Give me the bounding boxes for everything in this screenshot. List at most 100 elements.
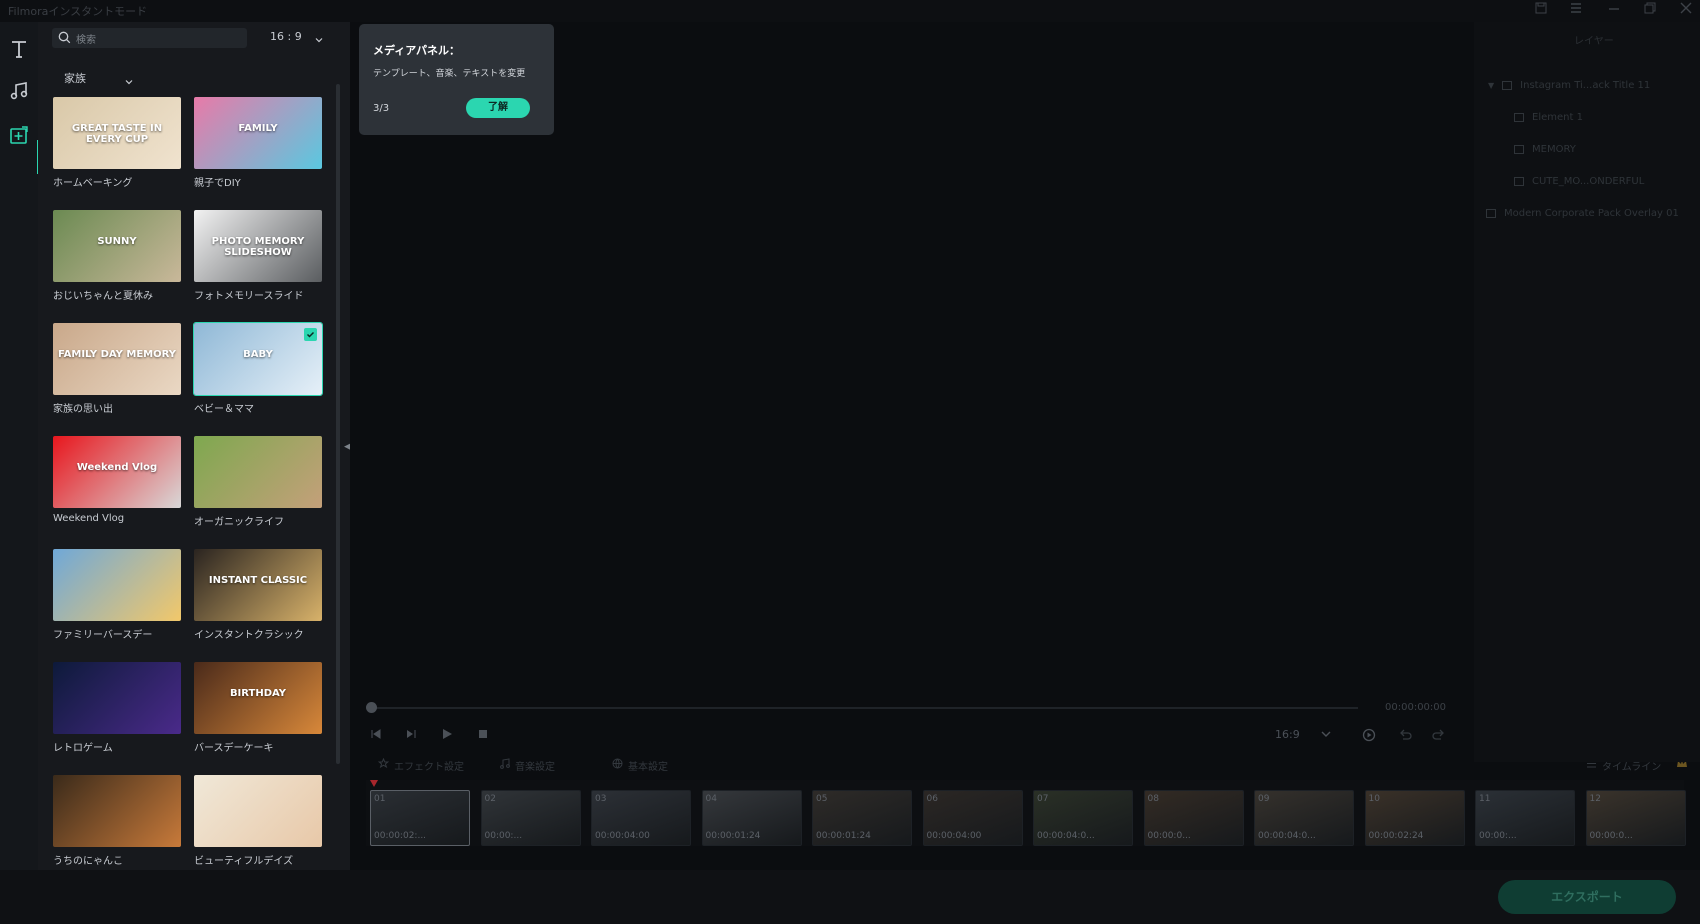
template-thumbnail[interactable] (194, 436, 322, 508)
chevron-down-icon[interactable] (1320, 728, 1332, 743)
template-label: ベビー＆ママ (194, 404, 254, 415)
clip-duration: 00:00:... (484, 831, 523, 841)
template-thumbnail[interactable] (53, 662, 181, 734)
restore-icon[interactable] (1640, 2, 1660, 18)
clip-duration: 00:00:04:0... (1037, 831, 1095, 841)
template-thumbnail[interactable]: INSTANT CLASSIC (194, 549, 322, 621)
undo-icon[interactable] (1398, 728, 1412, 745)
template-card[interactable]: FAMILY DAY MEMORY 家族の思い出 (53, 323, 181, 415)
timeline-clip[interactable]: 03 00:00:04:00 (591, 790, 691, 846)
clip-number: 05 (816, 794, 828, 804)
tab-music-settings[interactable]: 音楽設定 (515, 758, 555, 773)
preview-aspect[interactable]: 16:9 (1275, 728, 1300, 741)
template-card[interactable]: GREAT TASTE IN EVERY CUP ホームベーキング (53, 97, 181, 189)
search-icon (58, 31, 71, 44)
template-card[interactable]: レトロゲーム (53, 662, 181, 754)
timeline-clip[interactable]: 11 00:00:... (1475, 790, 1575, 846)
template-thumbnail[interactable]: Weekend Vlog (53, 436, 181, 508)
template-card[interactable]: SUNNY おじいちゃんと夏休み (53, 210, 181, 302)
playhead-knob[interactable] (366, 702, 377, 713)
play-icon[interactable] (441, 728, 453, 743)
timeline-clip[interactable]: 09 00:00:04:0... (1254, 790, 1354, 846)
aspect-ratio-select[interactable]: 16 : 9 (270, 30, 302, 43)
clip-number: 03 (595, 794, 607, 804)
timeline-clip[interactable]: 12 00:00:0... (1585, 790, 1686, 846)
template-card[interactable]: うちのにゃんこ (53, 775, 181, 867)
music-icon[interactable] (6, 78, 32, 104)
template-thumbnail[interactable]: GREAT TASTE IN EVERY CUP (53, 97, 181, 169)
music-settings-icon[interactable] (499, 758, 510, 772)
chevron-down-icon[interactable] (124, 72, 134, 91)
clip-number: 09 (1258, 794, 1270, 804)
next-frame-icon[interactable] (405, 728, 417, 743)
timeline-clip[interactable]: 04 00:00:01:24 (701, 790, 802, 846)
template-card[interactable]: FAMILY 親子でDIY (194, 97, 322, 189)
template-thumbnail[interactable]: PHOTO MEMORY SLIDESHOW (194, 210, 322, 282)
template-card[interactable]: BABY ベビー＆ママ (193, 322, 323, 415)
layer-item[interactable]: CUTE_MO...ONDERFUL (1514, 176, 1644, 187)
tab-basic-settings[interactable]: 基本設定 (628, 758, 668, 773)
playback-progress[interactable] (370, 707, 1358, 709)
timeline-clip[interactable]: 06 00:00:04:00 (922, 790, 1023, 846)
redo-icon[interactable] (1432, 728, 1446, 745)
close-icon[interactable] (1676, 2, 1696, 18)
timeline-clip[interactable]: 10 00:00:02:24 (1364, 790, 1465, 846)
thumbnail-caption: Weekend Vlog (76, 462, 158, 473)
export-button[interactable]: エクスポート (1498, 880, 1676, 914)
template-thumbnail[interactable] (53, 549, 181, 621)
clip-number: 07 (1037, 794, 1049, 804)
layer-icon (1486, 208, 1496, 218)
layer-label: Modern Corporate Pack Overlay 01 (1504, 208, 1679, 219)
template-thumbnail[interactable]: FAMILY (194, 97, 322, 169)
preview-quality-icon[interactable] (1362, 728, 1376, 745)
layer-label: Element 1 (1532, 112, 1583, 123)
template-card[interactable]: PHOTO MEMORY SLIDESHOW フォトメモリースライド (194, 210, 322, 302)
template-label: おじいちゃんと夏休み (53, 291, 153, 302)
list-icon[interactable] (1566, 2, 1586, 18)
search-input[interactable]: 検索 (76, 31, 96, 46)
stop-icon[interactable] (477, 728, 489, 743)
basic-settings-icon[interactable] (612, 758, 623, 772)
timeline-clip[interactable]: 08 00:00:0... (1143, 790, 1244, 846)
template-card[interactable]: INSTANT CLASSIC インスタントクラシック (194, 549, 322, 641)
search-box[interactable]: 検索 (52, 28, 247, 48)
template-card[interactable]: オーガニックライフ (194, 436, 322, 528)
timeline-clip[interactable]: 05 00:00:01:24 (812, 790, 912, 846)
clip-duration: 00:00:04:0... (1258, 831, 1316, 841)
template-thumbnail[interactable]: BABY (193, 322, 323, 396)
timeline-clip[interactable]: 07 00:00:04:0... (1033, 790, 1133, 846)
effect-settings-icon[interactable] (377, 757, 390, 772)
template-thumbnail[interactable] (53, 775, 181, 847)
chevron-down-icon[interactable] (314, 30, 324, 49)
template-card[interactable]: BIRTHDAY バースデーケーキ (194, 662, 322, 754)
expand-arrow-icon[interactable]: ▼ (1488, 81, 1494, 90)
timecode: 00:00:00:00 (1385, 702, 1447, 713)
template-thumbnail[interactable] (194, 775, 322, 847)
timeline-clip[interactable]: 01 00:00:02:... (370, 790, 470, 846)
media-panel: 検索 16 : 9 家族 GREAT TASTE IN EVERY CUP ホーム… (38, 22, 350, 870)
layer-item[interactable]: ▼ Instagram Ti...ack Title 11 (1488, 80, 1650, 91)
media-icon[interactable] (6, 122, 32, 148)
layer-item[interactable]: Modern Corporate Pack Overlay 01 (1486, 208, 1679, 219)
save-icon[interactable] (1531, 2, 1551, 18)
tooltip-ok-button[interactable]: 了解 (466, 98, 530, 118)
previous-frame-icon[interactable] (370, 728, 382, 743)
template-thumbnail[interactable]: FAMILY DAY MEMORY (53, 323, 181, 395)
template-card[interactable]: ファミリーバースデー (53, 549, 181, 641)
panel-scrollbar[interactable] (336, 84, 340, 764)
template-thumbnail[interactable]: SUNNY (53, 210, 181, 282)
text-icon[interactable] (6, 36, 32, 62)
timeline-clip[interactable]: 02 00:00:... (480, 790, 581, 846)
template-card[interactable]: ビューティフルデイズ (194, 775, 322, 867)
template-label: フォトメモリースライド (194, 291, 304, 302)
minimize-icon[interactable] (1604, 2, 1624, 18)
template-label: オーガニックライフ (194, 517, 284, 528)
template-thumbnail[interactable]: BIRTHDAY (194, 662, 322, 734)
tab-effect-settings[interactable]: エフェクト設定 (394, 758, 464, 773)
clip-duration: 00:00:02:24 (1368, 831, 1424, 841)
category-select[interactable]: 家族 (64, 70, 86, 86)
clip-number: 08 (1147, 794, 1159, 804)
template-card[interactable]: Weekend Vlog Weekend Vlog (53, 436, 181, 524)
layer-item[interactable]: Element 1 (1514, 112, 1583, 123)
layer-item[interactable]: MEMORY (1514, 144, 1576, 155)
